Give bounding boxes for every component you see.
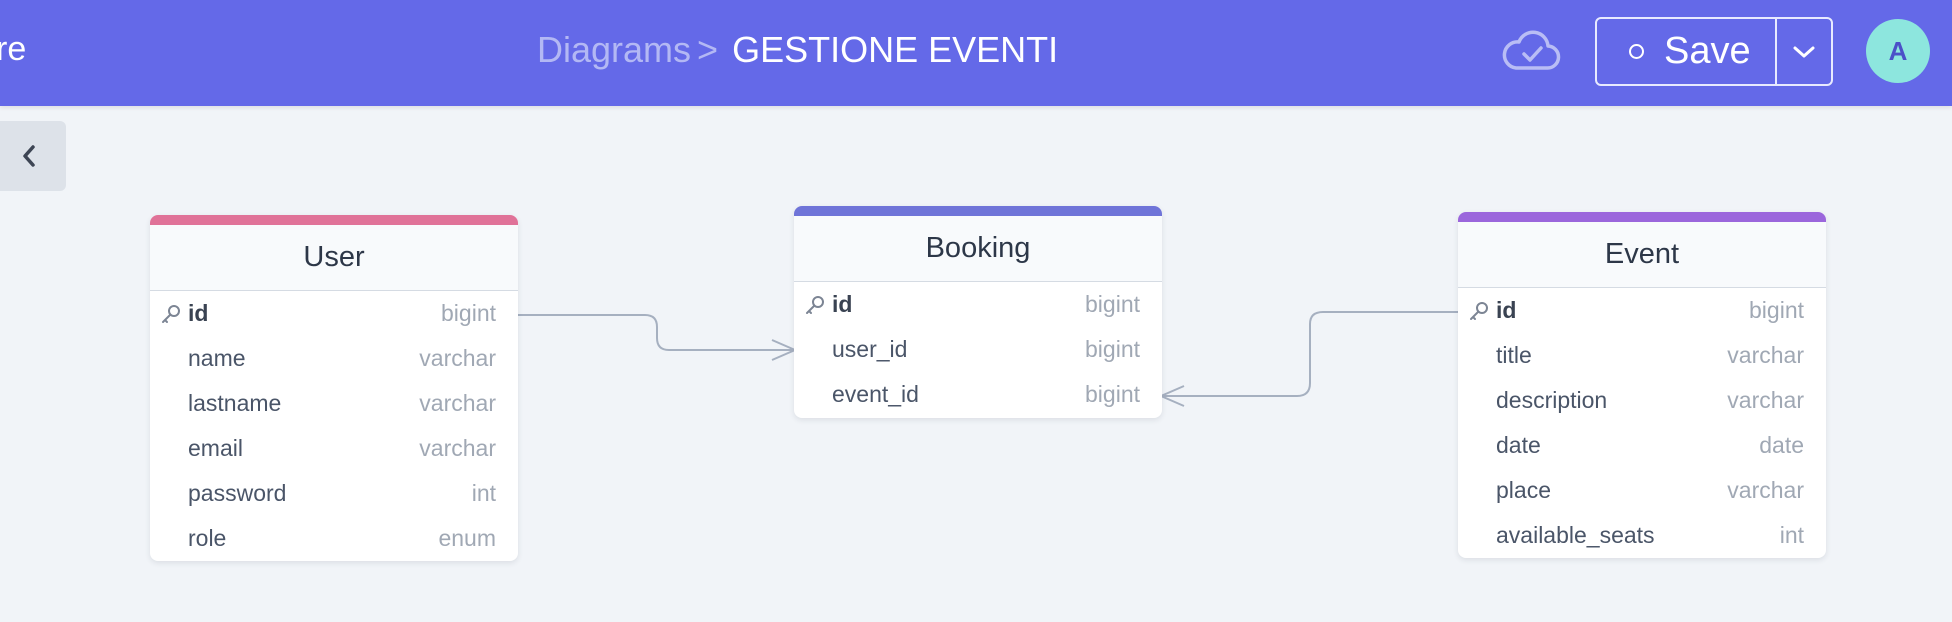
- breadcrumb: Diagrams > GESTIONE EVENTI: [537, 29, 1058, 71]
- column-row[interactable]: id bigint: [1458, 288, 1826, 333]
- column-row[interactable]: user_id bigint: [794, 327, 1162, 372]
- column-name: event_id: [832, 381, 919, 407]
- column-name: description: [1496, 387, 1608, 413]
- column-type: bigint: [1749, 297, 1804, 323]
- column-row[interactable]: role enum: [150, 516, 518, 561]
- booking-event-crow-foot-icon: [1158, 385, 1185, 407]
- column-type: date: [1759, 432, 1804, 458]
- diagram-title[interactable]: GESTIONE EVENTI: [732, 29, 1058, 70]
- column-name: available_seats: [1496, 522, 1655, 548]
- column-name: role: [188, 525, 227, 551]
- column-row[interactable]: event_id bigint: [794, 372, 1162, 417]
- table-header[interactable]: Booking: [794, 216, 1162, 282]
- column-row[interactable]: email varchar: [150, 426, 518, 471]
- save-label: Save: [1664, 30, 1751, 72]
- column-row[interactable]: name varchar: [150, 336, 518, 381]
- column-name: name: [188, 345, 246, 371]
- user-booking-relation: [517, 314, 795, 351]
- column-type: bigint: [1085, 381, 1140, 407]
- table-header[interactable]: Event: [1458, 222, 1826, 288]
- column-type: enum: [438, 525, 496, 551]
- table-header[interactable]: User: [150, 225, 518, 291]
- column-name: id: [832, 291, 853, 317]
- column-row[interactable]: place varchar: [1458, 468, 1826, 513]
- column-row[interactable]: id bigint: [794, 282, 1162, 327]
- column-name: email: [188, 435, 243, 461]
- column-type: int: [1779, 522, 1804, 548]
- column-type: bigint: [1085, 291, 1140, 317]
- column-row[interactable]: date date: [1458, 423, 1826, 468]
- column-row[interactable]: password int: [150, 471, 518, 516]
- save-button-group: Save: [1595, 17, 1833, 86]
- save-button[interactable]: Save: [1597, 19, 1777, 84]
- column-type: bigint: [441, 300, 496, 326]
- column-name: place: [1496, 477, 1551, 503]
- left-nav-text[interactable]: re: [0, 30, 26, 69]
- key-icon: [1470, 302, 1488, 320]
- column-name: id: [1496, 297, 1517, 323]
- column-row[interactable]: available_seats int: [1458, 513, 1826, 558]
- column-name: title: [1496, 342, 1532, 368]
- column-name: lastname: [188, 390, 282, 416]
- avatar[interactable]: A: [1866, 19, 1930, 83]
- collapse-sidebar-button[interactable]: [0, 121, 66, 191]
- top-bar: re Diagrams > GESTIONE EVENTI Save A: [0, 0, 1952, 106]
- column-type: int: [471, 480, 496, 506]
- booking-event-relation: [1161, 311, 1459, 397]
- save-options-dropdown[interactable]: [1777, 19, 1831, 84]
- breadcrumb-separator: >: [697, 29, 719, 70]
- column-row[interactable]: title varchar: [1458, 333, 1826, 378]
- column-row[interactable]: description varchar: [1458, 378, 1826, 423]
- column-type: varchar: [419, 435, 496, 461]
- breadcrumb-diagrams-link[interactable]: Diagrams: [537, 29, 691, 70]
- key-icon: [162, 305, 180, 323]
- user-booking-crow-foot-icon: [771, 339, 798, 361]
- column-name: id: [188, 300, 209, 326]
- table-color-bar: [794, 206, 1162, 216]
- column-type: varchar: [1727, 387, 1804, 413]
- unsaved-indicator-icon: [1629, 44, 1644, 59]
- table-booking[interactable]: Booking id bigint user_id bigint event_i…: [794, 206, 1162, 418]
- column-type: bigint: [1085, 336, 1140, 362]
- cloud-check-icon[interactable]: [1500, 24, 1562, 80]
- column-row[interactable]: id bigint: [150, 291, 518, 336]
- table-color-bar: [1458, 212, 1826, 222]
- column-type: varchar: [1727, 342, 1804, 368]
- column-type: varchar: [419, 390, 496, 416]
- column-name: password: [188, 480, 287, 506]
- column-type: varchar: [1727, 477, 1804, 503]
- column-row[interactable]: lastname varchar: [150, 381, 518, 426]
- chevron-left-icon: [23, 145, 35, 167]
- table-event[interactable]: Event id bigint title varchar descriptio…: [1458, 212, 1826, 558]
- table-user[interactable]: User id bigint name varchar lastname var…: [150, 215, 518, 561]
- chevron-down-icon: [1793, 46, 1815, 57]
- column-name: user_id: [832, 336, 908, 362]
- table-color-bar: [150, 215, 518, 225]
- column-name: date: [1496, 432, 1541, 458]
- column-type: varchar: [419, 345, 496, 371]
- key-icon: [806, 296, 824, 314]
